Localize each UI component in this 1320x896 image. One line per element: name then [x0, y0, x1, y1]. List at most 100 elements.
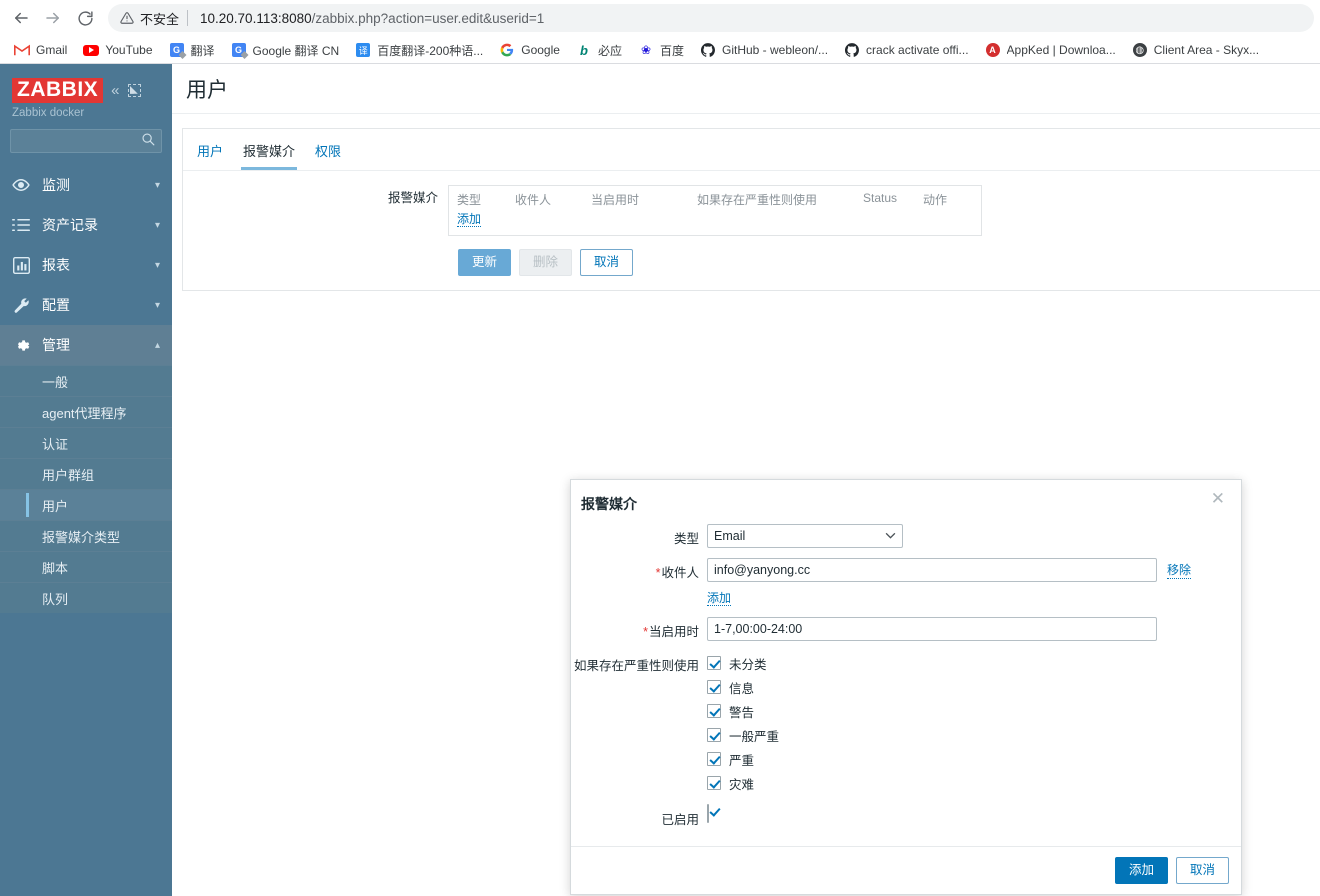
bookmark-youtube[interactable]: YouTube — [75, 39, 160, 61]
bar-chart-icon — [12, 256, 30, 274]
search-input[interactable] — [17, 133, 141, 150]
sidebar-subitem-label: 用户群组 — [42, 467, 95, 483]
form-action-buttons: 更新 删除 取消 — [183, 236, 1320, 290]
sidebar-subitem-user-groups[interactable]: 用户群组 — [0, 458, 172, 490]
bookmark-label: AppKed | Downloa... — [1006, 43, 1116, 57]
google-translate-icon: G — [231, 42, 247, 58]
sidebar-item-administration[interactable]: 管理 ▴ — [0, 325, 172, 366]
expand-corner-icon[interactable] — [127, 84, 141, 97]
sidebar-subitem-media-types[interactable]: 报警媒介类型 — [0, 520, 172, 552]
bookmark-google-translate-cn[interactable]: G Google 翻译 CN — [223, 39, 348, 62]
zabbix-logo[interactable]: ZABBIX — [12, 78, 104, 104]
severity-checkbox[interactable] — [707, 704, 721, 718]
sidebar-item-reports[interactable]: 报表 ▾ — [0, 245, 172, 285]
bookmark-appked[interactable]: A AppKed | Downloa... — [977, 39, 1124, 61]
sidebar-search[interactable] — [10, 129, 162, 154]
submenu-tail — [0, 613, 172, 617]
sidebar-item-monitoring[interactable]: 监测 ▾ — [0, 165, 172, 205]
sendto-add-link[interactable]: 添加 — [707, 591, 732, 606]
tab-permissions[interactable]: 权限 — [313, 141, 343, 170]
bookmark-label: GitHub - webleon/... — [721, 43, 829, 57]
sidebar-subitem-general[interactable]: 一般 — [0, 365, 172, 397]
bookmark-gmail[interactable]: Gmail — [6, 39, 75, 61]
cancel-button[interactable]: 取消 — [580, 249, 634, 276]
sidebar-item-inventory[interactable]: 资产记录 ▾ — [0, 205, 172, 245]
chevron-down-icon: ▾ — [154, 179, 160, 191]
back-icon[interactable] — [6, 3, 36, 33]
bookmark-label: Google — [521, 43, 560, 57]
sendto-input[interactable] — [707, 558, 1157, 582]
bookmark-translate[interactable]: G 翻译 — [161, 39, 223, 62]
sidebar-item-label: 报表 — [42, 257, 70, 274]
media-add-link[interactable]: 添加 — [457, 212, 482, 227]
google-icon — [499, 42, 515, 58]
bookmark-google[interactable]: Google — [491, 39, 568, 61]
bookmark-baidu[interactable]: ❀ 百度 — [630, 39, 692, 62]
sendto-remove-link[interactable]: 移除 — [1167, 561, 1192, 579]
chevron-down-icon: ▾ — [154, 259, 160, 271]
severity-checkbox[interactable] — [707, 656, 721, 670]
dialog-title: 报警媒介 — [581, 496, 637, 512]
address-bar-url: 10.20.70.113:8080/zabbix.php?action=user… — [200, 11, 544, 26]
bookmark-client-area[interactable]: ◍ Client Area - Skyx... — [1124, 39, 1267, 61]
reload-icon[interactable] — [70, 3, 100, 33]
address-bar[interactable]: 不安全 10.20.70.113:8080/zabbix.php?action=… — [108, 4, 1314, 32]
sidebar-subitem-authentication[interactable]: 认证 — [0, 427, 172, 459]
field-row-sendto: *收件人 移除 添加 — [571, 558, 1241, 607]
column-header-type: 类型 — [457, 193, 482, 207]
bookmark-label: 必应 — [597, 43, 622, 58]
media-field-label: 报警媒介 — [387, 191, 438, 205]
severity-item-average[interactable]: 一般严重 — [707, 723, 1241, 747]
sidebar-subitem-proxies[interactable]: agent代理程序 — [0, 396, 172, 428]
enabled-checkbox[interactable] — [707, 804, 709, 823]
when-active-input[interactable] — [707, 617, 1157, 641]
sidebar-item-configuration[interactable]: 配置 ▾ — [0, 285, 172, 325]
globe-icon: ◍ — [1132, 42, 1148, 58]
dialog-add-button[interactable]: 添加 — [1114, 857, 1168, 884]
type-select[interactable]: Email — [707, 524, 903, 548]
bookmarks-bar: Gmail YouTube G 翻译 G Google 翻译 CN 译 百度翻译… — [0, 36, 1320, 64]
tab-user[interactable]: 用户 — [195, 141, 225, 170]
chevron-down-icon — [885, 531, 896, 542]
chevron-up-icon: ▴ — [154, 339, 160, 351]
sidebar-subitem-label: 队列 — [42, 591, 69, 607]
field-row-type: 类型 Email — [571, 524, 1241, 548]
eye-icon — [12, 176, 30, 194]
bookmark-bing[interactable]: b 必应 — [568, 39, 630, 62]
sidebar-subitem-label: agent代理程序 — [42, 405, 127, 421]
tab-media[interactable]: 报警媒介 — [241, 141, 298, 170]
media-dialog: 报警媒介 ✕ 类型 Email *收件人 info@yanyong.cc 移除 … — [570, 479, 1242, 895]
severity-checkbox[interactable] — [707, 728, 721, 742]
severity-checkbox[interactable] — [707, 752, 721, 766]
content-pane: 用户 报警媒介 权限 报警媒介 类型 收件人 当启用时 如果存在严重性则使用 S… — [182, 128, 1320, 291]
bookmark-github-webleon[interactable]: GitHub - webleon/... — [692, 39, 836, 61]
severity-checkbox[interactable] — [707, 776, 721, 790]
severity-item-high[interactable]: 严重 — [707, 747, 1241, 771]
bookmark-label: YouTube — [105, 43, 153, 57]
url-path: /zabbix.php?action=user.edit&userid=1 — [311, 10, 545, 26]
browser-nav-bar: 不安全 10.20.70.113:8080/zabbix.php?action=… — [0, 0, 1320, 36]
sidebar-item-label: 资产记录 — [42, 217, 98, 234]
close-icon[interactable]: ✕ — [1211, 490, 1225, 507]
severity-item-disaster[interactable]: 灾难 — [707, 771, 1241, 795]
sidebar-subitem-label: 用户 — [42, 498, 69, 514]
bookmark-crack-activate[interactable]: crack activate offi... — [836, 39, 977, 61]
dialog-cancel-button[interactable]: 取消 — [1175, 857, 1229, 884]
field-row-enabled: 已启用 — [571, 804, 1241, 828]
sidebar-subitem-queue[interactable]: 队列 — [0, 582, 172, 614]
sendto-field: 移除 添加 — [707, 558, 1241, 607]
sidebar-subitem-scripts[interactable]: 脚本 — [0, 551, 172, 583]
forward-icon[interactable] — [38, 3, 68, 33]
when-active-field — [707, 617, 1241, 641]
bookmark-label: Client Area - Skyx... — [1153, 43, 1260, 57]
update-button[interactable]: 更新 — [458, 249, 512, 276]
severity-item-information[interactable]: 信息 — [707, 675, 1241, 699]
chevron-double-left-icon[interactable]: « — [111, 82, 119, 99]
sidebar-subitem-users[interactable]: 用户 — [0, 489, 172, 521]
severity-item-warning[interactable]: 警告 — [707, 699, 1241, 723]
search-icon[interactable] — [141, 132, 155, 151]
severity-item-not-classified[interactable]: 未分类 — [707, 651, 1241, 675]
severity-item-label: 警告 — [729, 705, 755, 720]
severity-checkbox[interactable] — [707, 680, 721, 694]
bookmark-baidu-translate[interactable]: 译 百度翻译-200种语... — [347, 39, 491, 62]
